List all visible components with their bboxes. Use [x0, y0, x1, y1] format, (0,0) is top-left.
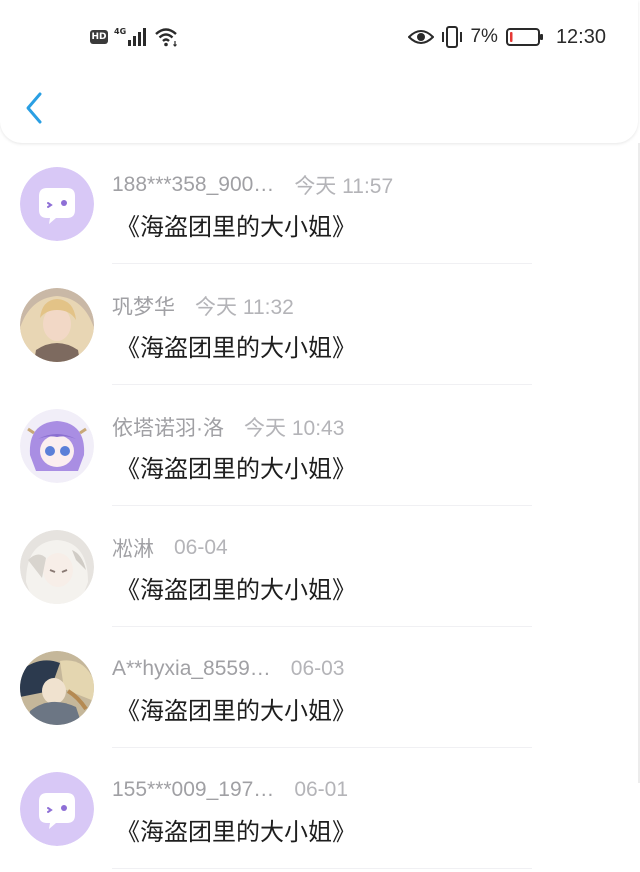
status-left: HD 4G — [90, 24, 180, 50]
comment-meta: 巩梦华 今天 11:32 — [112, 292, 294, 320]
comment-row[interactable]: 巩梦华 今天 11:32 《海盗团里的大小姐》 — [0, 264, 640, 385]
comment-meta: 155***009_197… 06-01 — [112, 776, 348, 804]
hd-badge-icon: HD — [90, 30, 108, 44]
wifi-icon — [155, 28, 177, 47]
back-button[interactable] — [18, 88, 52, 128]
comment-meta: 依塔诺羽·洛 今天 10:43 — [112, 413, 344, 441]
photo-avatar-blonde[interactable] — [20, 288, 94, 362]
row-divider — [112, 868, 532, 869]
username[interactable]: 155***009_197… — [112, 778, 274, 802]
default-chat-avatar[interactable] — [20, 167, 94, 241]
comment-time: 今天 11:57 — [294, 175, 394, 198]
comment-text: 《海盗团里的大小姐》 — [116, 576, 356, 604]
comment-text: 《海盗团里的大小姐》 — [116, 334, 356, 362]
battery-percent: 7% — [470, 26, 498, 47]
username[interactable]: 188***358_900… — [112, 173, 274, 197]
default-chat-avatar[interactable] — [20, 772, 94, 846]
svg-text:4G: 4G — [114, 27, 126, 36]
signal-icon: 4G — [114, 27, 146, 46]
username[interactable]: 巩梦华 — [112, 291, 175, 321]
comment-text: 《海盗团里的大小姐》 — [116, 213, 356, 241]
comment-text: 《海盗团里的大小姐》 — [116, 455, 356, 483]
comment-row[interactable]: A**hyxia_8559… 06-03 《海盗团里的大小姐》 — [0, 627, 640, 748]
username[interactable]: A**hyxia_8559… — [112, 657, 271, 681]
illustration-avatar[interactable] — [20, 651, 94, 725]
screen: HD 4G 7% 12:30 188***358_900… 今天 11:57 《… — [0, 0, 640, 872]
status-bar: HD 4G 7% 12:30 — [0, 0, 640, 76]
comment-meta: 188***358_900… 今天 11:57 — [112, 171, 393, 199]
comment-time: 06-03 — [290, 657, 345, 680]
anime-avatar-white-hair[interactable] — [20, 530, 94, 604]
comment-meta: 凇淋 06-04 — [112, 534, 228, 562]
comment-meta: A**hyxia_8559… 06-03 — [112, 655, 345, 683]
comment-row[interactable]: 188***358_900… 今天 11:57 《海盗团里的大小姐》 — [0, 143, 640, 264]
eye-icon — [408, 30, 435, 44]
comment-list: 188***358_900… 今天 11:57 《海盗团里的大小姐》 巩梦华 今… — [0, 143, 640, 872]
username[interactable]: 依塔诺羽·洛 — [112, 412, 224, 442]
comment-time: 06-04 — [174, 536, 228, 559]
comment-text: 《海盗团里的大小姐》 — [116, 818, 356, 846]
vibrate-icon — [442, 26, 463, 48]
status-right: 7% 12:30 — [408, 22, 606, 52]
battery-icon — [505, 28, 543, 46]
comment-row[interactable]: 凇淋 06-04 《海盗团里的大小姐》 — [0, 506, 640, 627]
top-header: HD 4G 7% 12:30 — [0, 0, 638, 143]
comment-row[interactable]: 155***009_197… 06-01 《海盗团里的大小姐》 — [0, 748, 640, 869]
comment-text: 《海盗团里的大小姐》 — [116, 697, 356, 725]
comment-time: 今天 10:43 — [244, 417, 345, 440]
anime-avatar-purple-hair[interactable] — [20, 409, 94, 483]
clock: 12:30 — [555, 25, 606, 48]
comment-time: 今天 11:32 — [195, 296, 294, 319]
chevron-left-icon — [26, 92, 42, 124]
comment-row[interactable]: 依塔诺羽·洛 今天 10:43 《海盗团里的大小姐》 — [0, 385, 640, 506]
username[interactable]: 凇淋 — [112, 533, 154, 563]
comment-time: 06-01 — [294, 778, 349, 801]
